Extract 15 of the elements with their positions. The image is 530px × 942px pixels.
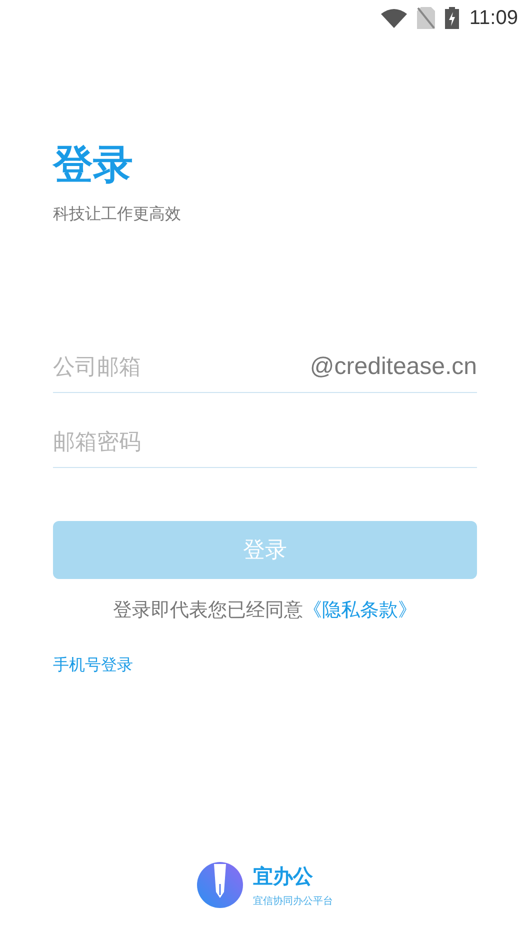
page-title: 登录: [53, 141, 133, 190]
pen-nib-logo-icon: [197, 862, 243, 908]
brand-tagline: 宜信协同办公平台: [253, 894, 333, 908]
no-sim-icon: [417, 7, 436, 29]
email-field[interactable]: 公司邮箱: [53, 354, 310, 380]
agreement-text: 登录即代表您已经同意《隐私条款》: [113, 598, 417, 623]
phone-login-link[interactable]: 手机号登录: [53, 655, 133, 676]
password-field[interactable]: 邮箱密码: [53, 430, 477, 454]
status-time: 11:09: [469, 6, 518, 30]
email-domain: @creditease.cn: [310, 353, 477, 381]
battery-charging-icon: [445, 7, 460, 29]
privacy-link[interactable]: 《隐私条款》: [303, 599, 417, 621]
brand-name: 宜办公: [253, 862, 314, 890]
wifi-icon: [381, 8, 408, 28]
subtitle: 科技让工作更高效: [53, 204, 181, 225]
